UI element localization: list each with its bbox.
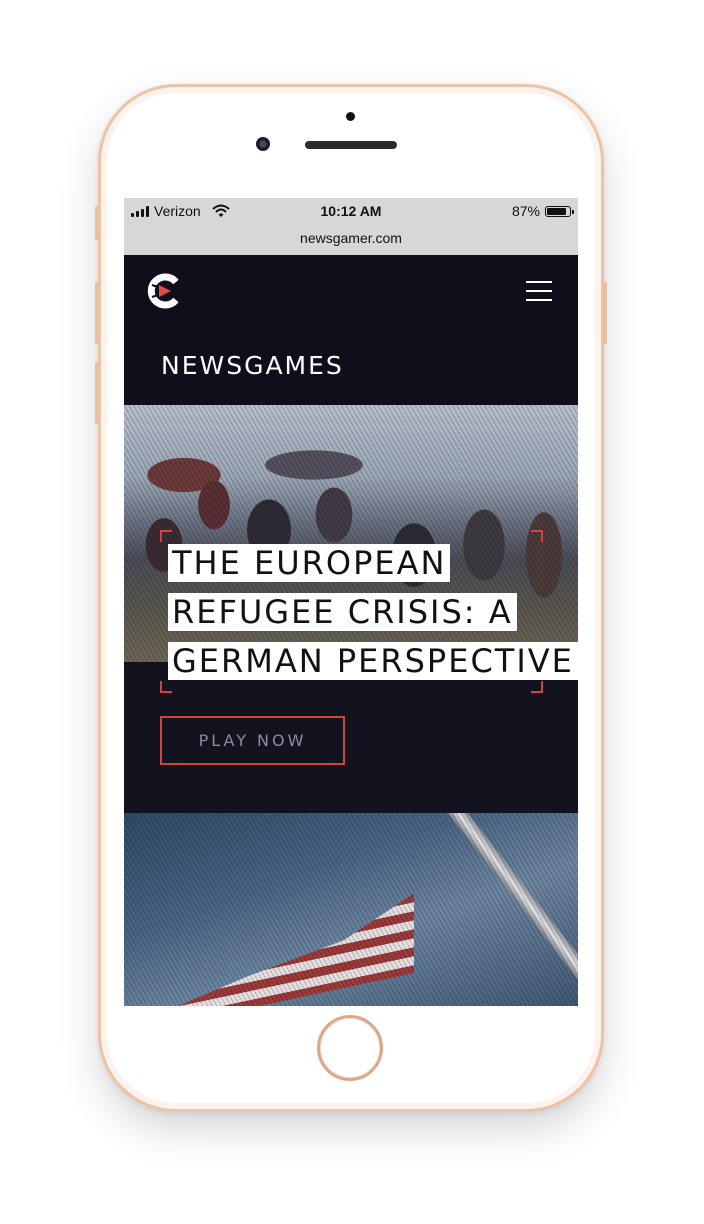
newsgamer-logo-icon[interactable] xyxy=(146,273,182,309)
site-header: NEWSGAMES xyxy=(124,255,578,405)
headline-line: THE EUROPEAN xyxy=(168,544,451,582)
phone-screen: Verizon 10:12 AM 87% newsgamer.com NEWSG… xyxy=(124,198,578,1006)
volume-down-button xyxy=(95,362,99,424)
hamburger-menu-icon[interactable] xyxy=(526,281,554,303)
stripe-overlay xyxy=(124,813,578,1006)
status-bar: Verizon 10:12 AM 87% newsgamer.com xyxy=(124,198,578,255)
battery-percent: 87% xyxy=(511,203,540,219)
front-camera xyxy=(256,137,270,151)
earpiece-speaker xyxy=(305,141,397,149)
clock: 10:12 AM xyxy=(320,203,382,219)
proximity-sensor xyxy=(346,112,355,121)
power-button xyxy=(603,282,607,344)
feature-headline[interactable]: THE EUROPEAN REFUGEE CRISIS: A GERMAN PE… xyxy=(168,544,578,691)
volume-up-button xyxy=(95,282,99,344)
flag-story-image[interactable] xyxy=(124,813,578,1006)
section-title: NEWSGAMES xyxy=(161,351,344,380)
frame-corner xyxy=(531,530,543,542)
headline-line: GERMAN PERSPECTIVE xyxy=(168,642,578,680)
headline-line: REFUGEE CRISIS: A xyxy=(168,593,517,631)
silent-switch xyxy=(95,206,99,240)
battery-indicator: 87% xyxy=(511,203,574,219)
play-now-button[interactable]: PLAY NOW xyxy=(160,716,345,765)
battery-icon xyxy=(545,205,574,217)
home-button[interactable] xyxy=(317,1015,383,1081)
address-bar-url[interactable]: newsgamer.com xyxy=(124,230,578,246)
frame-corner xyxy=(160,530,172,542)
